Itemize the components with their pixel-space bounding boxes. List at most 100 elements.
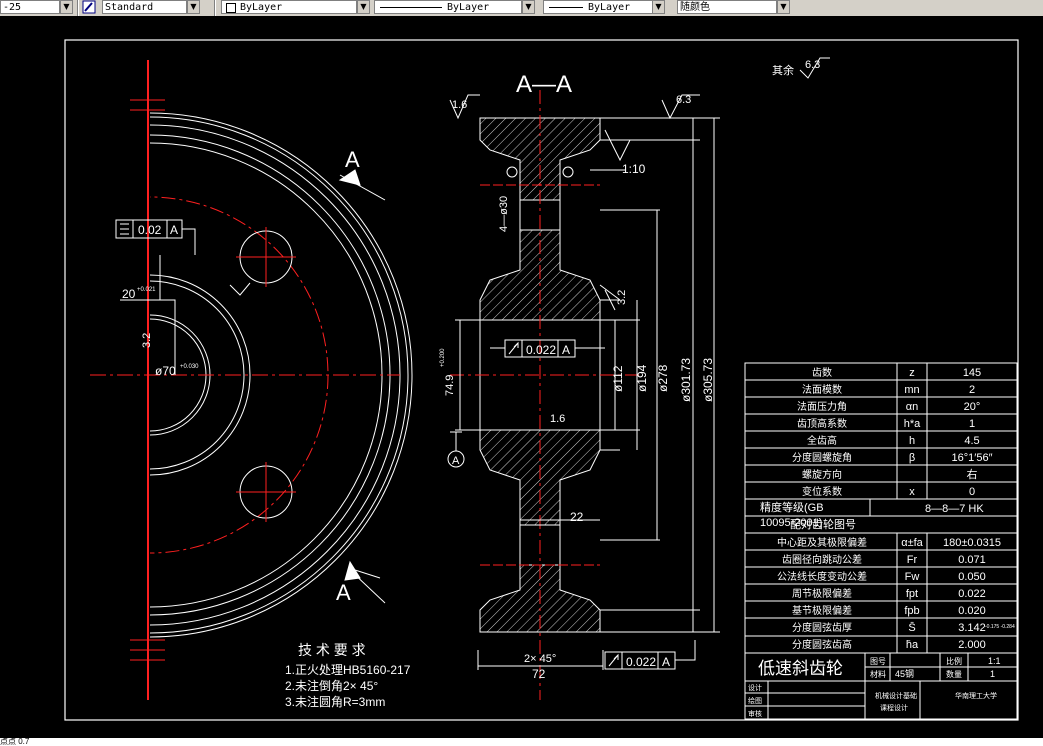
param-symbol: h <box>909 435 915 447</box>
part-name: 低速斜齿轮 <box>758 659 843 678</box>
color-swatch-icon <box>226 3 236 13</box>
param-name: 基节极限偏差 <box>792 604 852 617</box>
linetype-line-icon <box>380 7 442 8</box>
param-name: 螺旋方向 <box>802 468 842 481</box>
status-text: 点点 0.7 <box>0 737 30 746</box>
toolbar-separator <box>77 0 79 16</box>
param-name: 法面压力角 <box>797 400 847 413</box>
drawing-no-label: 图号 <box>870 657 886 666</box>
properties-toolbar: -25 ▼ Standard ▼ ByLayer ▼ ByLayer ▼ ByL… <box>0 0 1043 17</box>
mating-gear-label: 配对齿轮图号 <box>790 517 856 531</box>
param-name: 中心距及其极限偏差 <box>777 536 867 549</box>
param-symbol: x <box>909 486 915 498</box>
text-style-icon[interactable] <box>82 0 96 14</box>
param-name: 变位系数 <box>802 485 842 498</box>
roughness-1-6-b: 1.6 <box>550 413 565 425</box>
s-tolerance: -0.175 -0.284 <box>985 624 1015 630</box>
param-name: 周节极限偏差 <box>792 587 852 600</box>
key-dim: 3.2 <box>141 333 153 348</box>
param-symbol: S̄ <box>908 621 915 634</box>
dim-scale-dropdown-arrow[interactable]: ▼ <box>60 0 73 14</box>
note-item-1: 1.正火处理HB5160-217 <box>285 663 411 677</box>
d301-dim: ø301.73 <box>679 358 693 402</box>
hub-width-tol: +0.200 <box>440 348 446 367</box>
param-symbol: α±fa <box>901 537 923 549</box>
param-value: 0.071 <box>958 554 986 566</box>
d194-dim: ø194 <box>635 364 649 392</box>
param-symbol: h̄a <box>906 639 919 651</box>
param-symbol: Fr <box>907 554 918 566</box>
hub-width-dim: 74.9 <box>444 375 456 396</box>
d305-dim: ø305.73 <box>701 358 715 402</box>
qty-value: 1 <box>990 669 995 679</box>
scale-label: 比例 <box>946 656 962 666</box>
param-name: 分度圆螺旋角 <box>792 451 852 464</box>
bore-dim: ø70 <box>155 364 176 378</box>
note-item-2: 2.未注倒角2× 45° <box>285 678 378 693</box>
param-name: 分度圆弦齿厚 <box>792 621 852 634</box>
text-style-field[interactable]: Standard <box>102 0 187 14</box>
linetype-dropdown-arrow[interactable]: ▼ <box>522 0 535 14</box>
param-symbol: z <box>909 367 915 379</box>
precision-value: 8—8—7 HK <box>925 503 984 515</box>
drawing-canvas[interactable]: A A 0.02 A 20 +0.021 3.2 ø70 +0.030 A—A <box>0 16 1043 738</box>
roughness-3-2: 3.2 <box>616 290 628 305</box>
d112-dim: ø112 <box>611 365 625 392</box>
text-style-dropdown-arrow[interactable]: ▼ <box>187 0 200 14</box>
lineweight-line-icon <box>549 7 583 8</box>
param-name: 齿顶高系数 <box>797 417 847 430</box>
roughness-1-6: 1.6 <box>452 99 467 111</box>
material-label: 材料 <box>870 669 886 679</box>
status-bar: 点点 0.7 <box>0 738 1043 746</box>
lineweight-dropdown-arrow[interactable]: ▼ <box>652 0 665 14</box>
layer-field[interactable]: ByLayer <box>221 0 357 14</box>
course-label: 机械设计基础 <box>875 691 917 700</box>
precision-label: 精度等级(GB <box>760 500 824 514</box>
draw-label: 绘图 <box>748 696 762 705</box>
param-value: 0.020 <box>958 605 986 617</box>
plot-style-field[interactable]: 随颜色 <box>677 0 777 14</box>
param-name: 全齿高 <box>807 434 837 447</box>
qty-label: 数量 <box>946 669 962 679</box>
param-value: 2.000 <box>958 639 986 651</box>
param-symbol: Fw <box>905 571 920 583</box>
bore-tol: +0.030 <box>180 364 199 370</box>
param-value: 4.5 <box>964 435 979 447</box>
d278-dim: ø278 <box>656 364 670 392</box>
hub-dim: 20 <box>122 287 136 301</box>
layer-dropdown-arrow[interactable]: ▼ <box>357 0 370 14</box>
drawing-svg[interactable]: A A 0.02 A 20 +0.021 3.2 ø70 +0.030 A—A <box>0 16 1043 738</box>
runout-value-2: 0.022 <box>626 655 656 669</box>
flatness-datum: A <box>170 223 178 237</box>
material-value: 45钢 <box>895 668 914 679</box>
param-symbol: mn <box>904 384 919 396</box>
param-symbol: β <box>909 452 915 464</box>
param-symbol: fpt <box>906 588 918 600</box>
param-name: 法面模数 <box>802 383 842 396</box>
param-value: 20° <box>964 401 981 413</box>
plot-style-dropdown-arrow[interactable]: ▼ <box>777 0 790 14</box>
flatness-value: 0.02 <box>138 223 162 237</box>
param-name: 分度圆弦齿高 <box>792 638 852 651</box>
runout-value-1: 0.022 <box>526 343 556 357</box>
dim-scale-field[interactable]: -25 <box>0 0 60 14</box>
view-label-a-bottom: A <box>336 580 351 605</box>
design-label: 设计 <box>748 683 762 692</box>
param-symbol: h*a <box>904 418 921 430</box>
datum-a-label: A <box>452 455 460 467</box>
keyway-dim: 4—ø30 <box>498 196 510 232</box>
roughness-6-3: 6.3 <box>676 94 691 106</box>
hub-tol: +0.021 <box>137 287 156 293</box>
course-label-2: 课程设计 <box>880 703 908 712</box>
notes-title: 技 术 要 求 <box>298 642 366 658</box>
param-value: 0.022 <box>958 588 986 600</box>
web-dim: 22 <box>570 510 584 524</box>
param-value: 0 <box>969 486 975 498</box>
param-value: 1 <box>969 418 975 430</box>
param-value: 右 <box>967 467 978 481</box>
param-name: 公法线长度变动公差 <box>777 570 867 583</box>
face-width-dim: 72 <box>532 667 546 681</box>
note-item-3: 3.未注圆角R=3mm <box>285 694 385 709</box>
datum-a-marker: A <box>447 431 465 468</box>
school-label: 华南理工大学 <box>955 691 997 700</box>
